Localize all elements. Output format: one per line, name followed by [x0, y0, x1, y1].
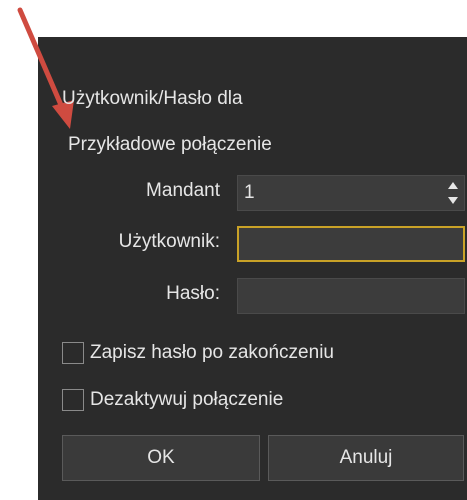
mandant-input[interactable]	[238, 176, 428, 210]
user-label: Użytkownik:	[118, 231, 220, 252]
mandant-spinbox[interactable]	[237, 175, 465, 211]
cancel-button[interactable]: Anuluj	[268, 435, 464, 481]
annotation-arrow-icon	[17, 7, 74, 129]
connection-name: Przykładowe połączenie	[68, 134, 272, 155]
spin-up-icon[interactable]	[448, 182, 458, 189]
save-password-option[interactable]: Zapisz hasło po zakończeniu	[62, 341, 334, 365]
user-input[interactable]	[239, 228, 429, 260]
ok-button[interactable]: OK	[62, 435, 260, 481]
user-field[interactable]	[237, 226, 465, 262]
deactivate-label: Dezaktywuj połączenie	[90, 389, 284, 410]
deactivate-checkbox[interactable]	[62, 389, 84, 411]
password-label: Hasło:	[166, 283, 220, 304]
password-field[interactable]	[237, 278, 465, 314]
spin-down-icon[interactable]	[448, 197, 458, 204]
save-password-label: Zapisz hasło po zakończeniu	[90, 342, 334, 363]
mandant-label: Mandant	[146, 180, 220, 201]
password-input[interactable]	[238, 279, 428, 313]
save-password-checkbox[interactable]	[62, 342, 84, 364]
deactivate-option[interactable]: Dezaktywuj połączenie	[62, 388, 283, 412]
spin-buttons[interactable]	[446, 179, 460, 207]
dialog-title: Użytkownik/Hasło dla	[62, 88, 243, 109]
